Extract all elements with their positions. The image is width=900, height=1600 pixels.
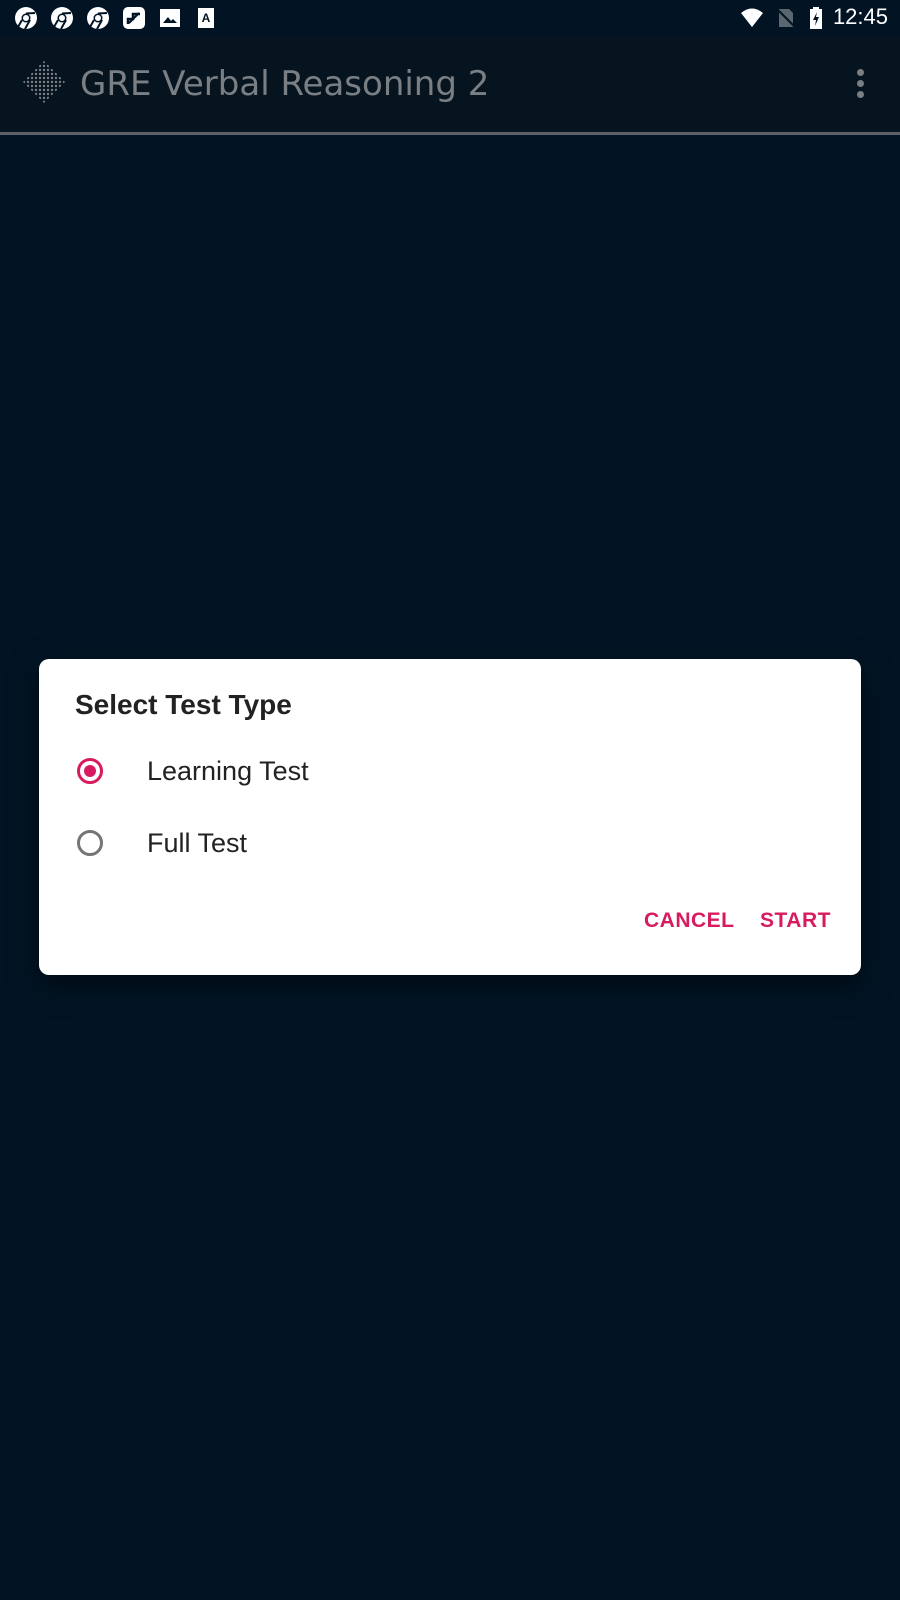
font-app-icon: A (198, 8, 214, 28)
clock: 12:45 (832, 4, 888, 29)
battery-charging-icon (810, 7, 822, 29)
option-label: Full Test (147, 828, 248, 858)
radio-unchecked-icon[interactable] (77, 830, 103, 856)
select-test-type-dialog: Select Test Type Learning Test Full Test… (39, 659, 861, 975)
chrome-icon (51, 7, 73, 30)
image-icon (160, 9, 180, 27)
dialog-title: Select Test Type (75, 689, 292, 720)
cancel-button[interactable]: CANCEL (644, 909, 735, 933)
start-button[interactable]: START (760, 909, 831, 933)
diamond-grid-logo-icon (23, 61, 65, 103)
chrome-icon (15, 7, 37, 30)
wifi-icon (741, 8, 763, 27)
svg-text:A: A (202, 11, 211, 25)
option-full-test[interactable]: Full Test (39, 814, 861, 878)
option-learning-test[interactable]: Learning Test (39, 742, 861, 806)
app-title: GRE Verbal Reasoning 2 (80, 64, 490, 104)
radio-checked-icon[interactable] (77, 758, 103, 784)
chrome-icon (87, 7, 109, 30)
more-vert-icon[interactable] (850, 66, 870, 102)
app-bar: GRE Verbal Reasoning 2 (0, 36, 900, 135)
status-bar: A 12:45 (0, 0, 900, 36)
no-sim-icon (776, 8, 796, 28)
stairs-app-icon (123, 7, 145, 29)
option-label: Learning Test (147, 756, 309, 786)
